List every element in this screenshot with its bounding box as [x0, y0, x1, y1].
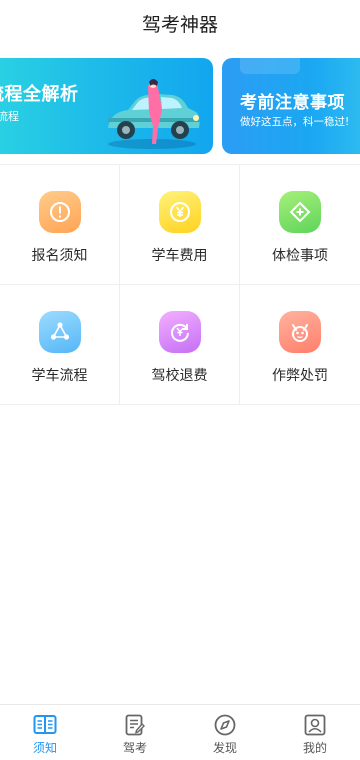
compass-icon: [214, 714, 236, 736]
grid-item-registration[interactable]: 报名须知: [0, 165, 120, 285]
medical-diamond-icon: [279, 191, 321, 233]
banner-carousel[interactable]: 流程全解析 全流程 考前注意事项 做好这五点，科一稳过!: [0, 46, 360, 154]
profile-icon: [304, 714, 326, 736]
banner-card-tips[interactable]: 考前注意事项 做好这五点，科一稳过!: [222, 58, 360, 154]
banner-title: 流程全解析: [0, 84, 79, 105]
exclamation-icon: [38, 191, 81, 233]
tab-exam[interactable]: 驾考: [90, 705, 180, 760]
car-illustration-icon: [108, 79, 200, 149]
banner-subtitle: 做好这五点，科一稳过!: [240, 116, 350, 128]
feature-grid: 报名须知 学车费用 体检事项 学车流程 驾校退费 作弊处罚: [0, 164, 360, 405]
grid-item-medical-check[interactable]: 体检事项: [240, 165, 360, 285]
tab-label: 我的: [302, 741, 327, 755]
flow-cycle-icon: [38, 311, 81, 353]
tab-label: 须知: [32, 741, 57, 755]
grid-item-label: 体检事项: [272, 248, 328, 264]
exam-paper-icon: [125, 714, 145, 736]
grid-item-label: 学车费用: [151, 248, 208, 264]
page-title: 驾考神器: [141, 13, 218, 36]
grid-item-label: 报名须知: [31, 248, 88, 264]
bottom-tab-bar: 须知 驾考 发现 我的: [0, 704, 360, 760]
tab-label: 发现: [212, 741, 237, 755]
grid-item-fees[interactable]: 学车费用: [120, 165, 240, 285]
grid-item-label: 学车流程: [31, 368, 88, 384]
refund-icon: [158, 311, 201, 353]
grid-item-label: 驾校退费: [151, 368, 208, 384]
grid-item-cheating-penalty[interactable]: 作弊处罚: [240, 285, 360, 405]
tab-profile[interactable]: 我的: [270, 705, 360, 760]
grid-item-label: 作弊处罚: [272, 368, 328, 384]
banner-title: 考前注意事项: [240, 93, 345, 113]
yen-coin-icon: [158, 191, 201, 233]
grid-item-learning-process[interactable]: 学车流程: [0, 285, 120, 405]
book-icon: [33, 715, 57, 734]
app-header: 驾考神器: [0, 0, 360, 46]
demon-face-icon: [279, 311, 321, 353]
banner-decoration: [240, 58, 300, 74]
tab-discover[interactable]: 发现: [180, 705, 270, 760]
tab-label: 驾考: [122, 741, 147, 755]
banner-card-process[interactable]: 流程全解析 全流程: [0, 58, 213, 154]
tab-notice[interactable]: 须知: [0, 705, 90, 760]
grid-item-refund[interactable]: 驾校退费: [120, 285, 240, 405]
banner-subtitle: 全流程: [0, 110, 19, 123]
